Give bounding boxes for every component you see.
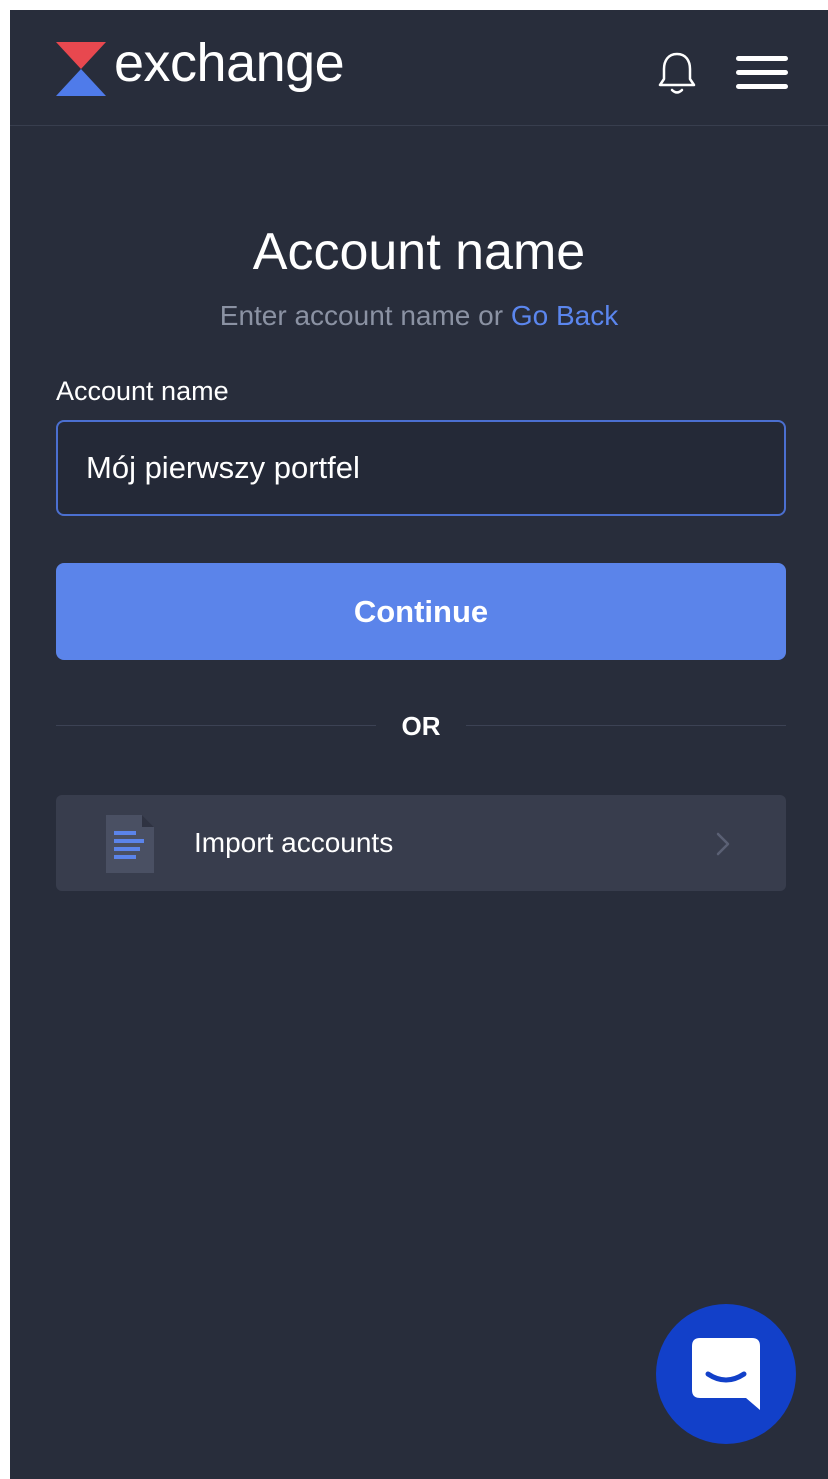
subtitle-text: Enter account name or (219, 300, 511, 331)
chevron-right-icon (716, 832, 730, 856)
or-text: OR (401, 711, 441, 741)
account-name-label: Account name (56, 376, 229, 406)
logo-text: exchange (114, 33, 345, 93)
app-screen: exchange Account name Enter account name… (10, 10, 828, 1479)
chat-button[interactable] (656, 1304, 796, 1444)
chat-icon (692, 1338, 760, 1410)
import-accounts-label: Import accounts (194, 827, 394, 858)
logo-mark-icon (56, 42, 106, 96)
page-title: Account name (252, 223, 586, 281)
bell-icon[interactable] (656, 50, 698, 96)
hamburger-menu-icon[interactable] (736, 52, 790, 92)
top-bar: exchange (10, 10, 828, 126)
go-back-link[interactable]: Go Back (511, 300, 618, 331)
account-name-input[interactable] (86, 422, 766, 514)
continue-button[interactable]: Continue (56, 563, 786, 660)
account-name-field-container (56, 420, 786, 516)
logo[interactable]: exchange (56, 36, 345, 96)
import-accounts-button[interactable]: Import accounts (56, 795, 786, 891)
or-divider: OR (56, 706, 786, 746)
document-icon (106, 815, 154, 873)
page-subtitle: Enter account name or Go Back (10, 298, 828, 334)
